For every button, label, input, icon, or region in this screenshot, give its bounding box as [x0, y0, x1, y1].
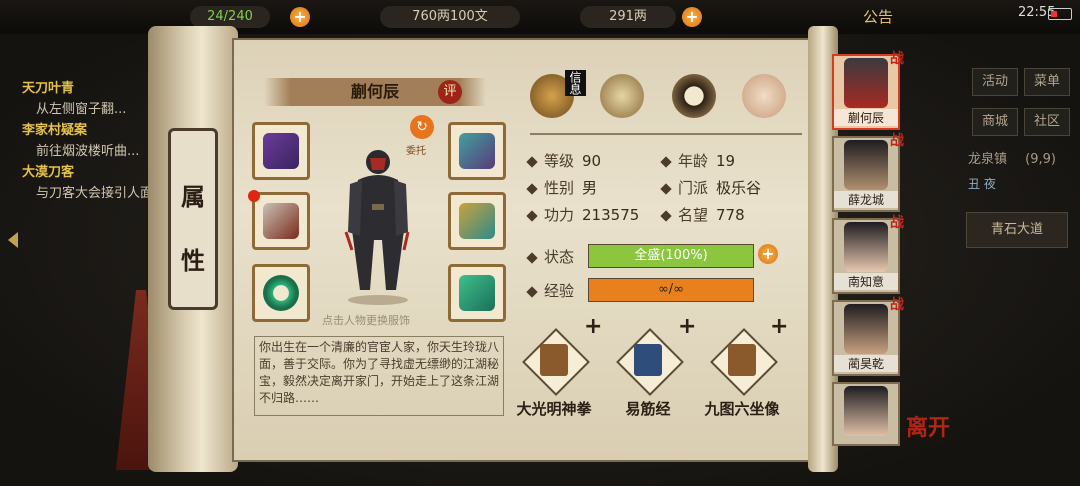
money-value: 760两100文: [380, 6, 520, 28]
armor-icon: [459, 203, 495, 239]
party-member-card[interactable]: 南知意 战: [832, 215, 904, 294]
exp-bar: ∞/∞: [588, 278, 754, 302]
add-stamina-button[interactable]: +: [290, 7, 310, 27]
tab-char: 属: [181, 183, 205, 211]
road-name: 青石大道: [990, 222, 1043, 237]
party-member-name: 蒯何辰: [834, 109, 898, 126]
activity-button[interactable]: 活动: [972, 68, 1018, 96]
bagua-icon[interactable]: [672, 74, 716, 118]
collapse-arrow-icon[interactable]: [8, 232, 18, 248]
map-scroll-icon[interactable]: [600, 74, 644, 118]
quest-list[interactable]: 天刀叶青 从左侧窗子翻... 李家村疑案 前往烟波楼听曲... 大漠刀客 与刀客…: [22, 78, 162, 204]
equip-slot-ring[interactable]: [252, 264, 310, 322]
restore-status-button[interactable]: +: [758, 244, 778, 264]
battle-mark: 战: [890, 133, 904, 149]
shop-button[interactable]: 商城: [972, 108, 1018, 136]
avatar: [844, 304, 888, 354]
jade-ring-icon: [263, 275, 299, 311]
quest-desc: 从左侧窗子翻...: [36, 102, 127, 117]
tab-char: 性: [181, 247, 205, 275]
quest-title: 天刀叶青: [22, 81, 75, 96]
delegate-icon[interactable]: ↻: [410, 115, 434, 139]
quest-item[interactable]: 天刀叶青: [22, 78, 162, 99]
location-info: 龙泉镇 (9,9) 丑 夜: [968, 148, 1068, 192]
add-silver-button[interactable]: +: [682, 7, 702, 27]
quest-title: 大漠刀客: [22, 165, 75, 180]
quest-item[interactable]: 李家村疑案: [22, 120, 162, 141]
equip-slot-armor[interactable]: [448, 192, 506, 250]
battle-mark: 战: [890, 297, 904, 313]
silver-value: 291两: [580, 6, 676, 28]
equip-slot-weapon[interactable]: [252, 192, 310, 250]
party-member-card[interactable]: 薛龙城 战: [832, 133, 904, 212]
character-bio: 你出生在一个清廉的官宦人家，你天生玲珑八面，善于交际。你为了寻找虚无缥缈的江湖秘…: [254, 336, 504, 416]
menu-button[interactable]: 菜单: [1024, 68, 1070, 96]
time-slot: 丑 夜: [968, 177, 996, 191]
equip-slot-accessory[interactable]: [448, 264, 506, 322]
party-member-name: 薛龙城: [834, 191, 898, 208]
equip-slot-gloves[interactable]: [252, 122, 310, 180]
party-member-card[interactable]: 蒯何辰 战: [832, 51, 904, 130]
stat-level: 等级 90: [526, 150, 601, 171]
leave-button[interactable]: 离开: [906, 410, 950, 442]
road-location-button[interactable]: 青石大道: [966, 212, 1068, 248]
stat-sect: 门派 极乐谷: [660, 177, 761, 198]
info-label: 信息: [565, 70, 586, 96]
skill-slot[interactable]: [616, 328, 684, 396]
quest-desc: 前往烟波楼听曲...: [36, 144, 140, 159]
stamina-value: 24/240: [190, 6, 270, 28]
gloves-icon: [263, 133, 299, 169]
status-bar: 全盛(100%): [588, 244, 754, 268]
stat-power: 功力 213575: [526, 204, 639, 225]
book-icon: [540, 344, 568, 376]
exp-label: 经验: [526, 280, 574, 301]
attributes-tab[interactable]: 属 性: [168, 128, 218, 310]
book-icon: [728, 344, 756, 376]
notification-dot: [248, 190, 260, 202]
community-button[interactable]: 社区: [1024, 108, 1070, 136]
skill-name: 九图六坐像: [704, 400, 780, 418]
add-skill-button[interactable]: +: [678, 314, 696, 339]
skill-slot[interactable]: [710, 328, 778, 396]
skill-slot[interactable]: [522, 328, 590, 396]
quest-item[interactable]: 大漠刀客: [22, 162, 162, 183]
avatar: [844, 140, 888, 190]
claw-weapon-icon: [263, 203, 299, 239]
party-member-card[interactable]: 蔺昊乾 战: [832, 297, 904, 376]
evaluate-button[interactable]: 评: [438, 80, 462, 104]
divider: [530, 133, 802, 135]
location-coords: (9,9): [1025, 152, 1056, 167]
book-icon: [634, 344, 662, 376]
status-bar-text: 全盛(100%): [634, 248, 708, 263]
stat-fame: 名望 778: [660, 204, 745, 225]
party-member-name: 蔺昊乾: [834, 355, 898, 372]
location-name: 龙泉镇: [968, 152, 1008, 167]
change-outfit-hint: 点击人物更换服饰: [322, 314, 410, 327]
battery-icon: [1048, 8, 1072, 20]
avatar: [844, 222, 888, 272]
stat-age: 年龄 19: [660, 150, 735, 171]
party-member-card[interactable]: [832, 382, 900, 446]
announcement-button[interactable]: 公告: [863, 6, 893, 27]
quest-title: 李家村疑案: [22, 123, 88, 138]
meridian-body-icon[interactable]: [742, 74, 786, 118]
party-member-name: 南知意: [834, 273, 898, 290]
status-label: 状态: [526, 246, 574, 267]
character-figure[interactable]: [338, 140, 418, 306]
equip-slot-hat[interactable]: [448, 122, 506, 180]
avatar: [844, 58, 888, 108]
avatar: [844, 386, 888, 436]
hat-icon: [459, 133, 495, 169]
stat-gender: 性别男: [526, 177, 597, 198]
jade-pendant-icon: [459, 275, 495, 311]
battle-mark: 战: [890, 215, 904, 231]
exp-bar-text: ∞/∞: [657, 282, 685, 297]
add-skill-button[interactable]: +: [770, 314, 788, 339]
battle-mark: 战: [890, 51, 904, 67]
quest-desc: 与刀客大会接引人面: [36, 186, 154, 201]
add-skill-button[interactable]: +: [584, 314, 602, 339]
